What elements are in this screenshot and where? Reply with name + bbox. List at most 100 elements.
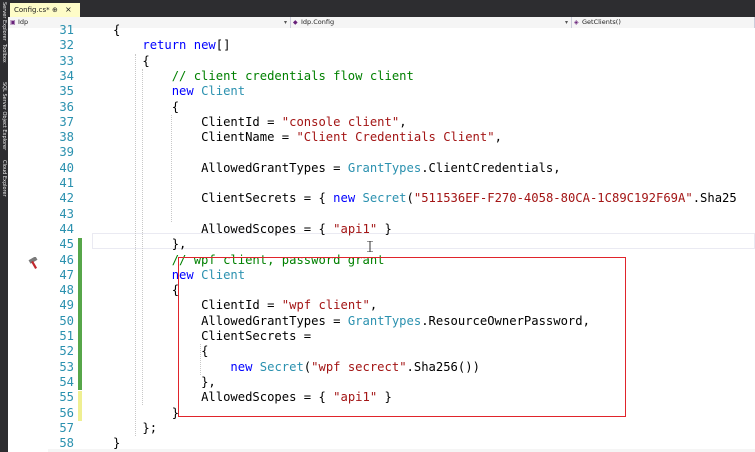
line-code: { [113, 283, 179, 298]
code-token: .Sha25 [692, 191, 737, 206]
indent-guide [134, 53, 136, 437]
line-number: 53 [59, 359, 74, 374]
line-number: 39 [59, 145, 74, 160]
code-line[interactable]: 42 ClientSecrets = { new Secret("511536E… [8, 191, 755, 206]
code-token: }; [142, 420, 158, 435]
line-code: ClientId = "console client", [113, 114, 406, 130]
line-number: 50 [59, 313, 74, 328]
side-panel-tab[interactable]: Toolbox [0, 44, 8, 63]
side-panel-tab[interactable]: Server Explorer [0, 2, 8, 41]
code-token: { [171, 99, 180, 114]
code-token: AllowedGrantTypes = [201, 160, 348, 175]
line-number: 49 [59, 298, 74, 313]
code-token: { [142, 53, 150, 68]
code-line[interactable]: 38 ClientName = "Client Credentials Clie… [8, 130, 755, 145]
line-number: 42 [59, 191, 74, 206]
code-line[interactable]: 45 }, [8, 237, 755, 252]
code-token: } [377, 221, 392, 236]
code-token: [] [215, 38, 231, 53]
code-token: } [113, 436, 121, 451]
code-token: Client [201, 84, 246, 99]
line-code: { [113, 23, 120, 38]
line-number: 45 [59, 237, 74, 252]
pin-icon[interactable]: ⊕ [52, 3, 58, 17]
line-number: 32 [59, 38, 74, 53]
code-line[interactable]: 39 [8, 145, 755, 160]
code-token: "api1" [333, 221, 378, 236]
code-line[interactable]: 35 new Client [8, 84, 755, 99]
line-number: 41 [59, 176, 74, 190]
code-editor[interactable]: 31{32 return new[] 33 {34 // client crede… [8, 23, 755, 452]
code-token: return [142, 38, 187, 53]
code-token: Secret [362, 191, 407, 206]
line-number: 35 [59, 84, 74, 99]
code-token: .ClientCredentials, [421, 160, 561, 175]
code-token: GrantTypes [347, 160, 422, 175]
code-token: "Client Credentials Client" [296, 130, 495, 145]
line-code: AllowedScopes = { "api1" } [113, 222, 392, 237]
line-number: 57 [59, 420, 74, 435]
code-token: ClientSecrets = { [201, 191, 334, 206]
code-line[interactable]: 34 // client credentials flow client [8, 69, 755, 84]
line-number: 40 [59, 160, 74, 175]
code-token: // client credentials flow client [171, 68, 414, 83]
red-annotation-box [178, 257, 626, 417]
tab-config-cs[interactable]: Config.cs* ⊕ × [10, 3, 80, 17]
code-line[interactable]: 32 return new[] [8, 38, 755, 53]
line-number: 43 [59, 206, 74, 221]
line-code: }, [113, 237, 187, 252]
side-panel-tab[interactable]: SQL Server Object Explorer [0, 82, 8, 150]
line-code: } [113, 406, 179, 421]
code-line[interactable]: 44 AllowedScopes = { "api1" } [8, 222, 755, 237]
line-code: // client credentials flow client [113, 69, 414, 84]
code-token: ( [406, 191, 414, 206]
code-line[interactable]: 57 }; [8, 421, 755, 436]
code-line[interactable]: 33 { [8, 54, 755, 69]
close-tab-icon[interactable]: × [65, 3, 72, 17]
code-line[interactable]: 43 [8, 207, 755, 222]
tab-title: Config.cs* [14, 6, 50, 14]
code-line[interactable]: 31 { [8, 23, 755, 38]
code-token: , [494, 130, 502, 145]
line-number: 51 [59, 329, 74, 343]
line-number: 33 [59, 53, 74, 68]
indent-guide [171, 114, 172, 222]
code-token: "511536EF-F270-4058-80CA-1C89C192F69A" [413, 191, 693, 206]
line-number: 31 [59, 23, 74, 37]
code-token: AllowedScopes = { [201, 221, 334, 236]
code-token: new [171, 84, 194, 99]
line-code: ClientSecrets = { new Secret("511536EF-F… [113, 191, 737, 206]
side-panel-tab[interactable]: Cloud Explorer [0, 160, 8, 197]
line-number: 37 [59, 114, 74, 129]
document-tab-bar: Config.cs* ⊕ × [8, 0, 755, 17]
left-tool-window-strip: Server Explorer Toolbox SQL Server Object … [0, 0, 8, 452]
change-marker-unsaved [78, 391, 82, 421]
line-number: 46 [59, 252, 74, 267]
code-token: }, [171, 237, 187, 252]
line-code: return new[] [113, 38, 230, 53]
code-token: new [333, 191, 356, 206]
code-token: { [113, 23, 121, 37]
line-number: 36 [59, 99, 74, 114]
code-token: "console client" [281, 114, 400, 129]
line-number: 34 [59, 68, 74, 83]
change-marker-saved [78, 238, 82, 391]
line-number: 54 [59, 374, 74, 389]
line-number: 44 [59, 221, 74, 236]
code-line[interactable]: 40 AllowedGrantTypes = GrantTypes.Client… [8, 161, 755, 176]
code-line[interactable]: 36 { [8, 100, 755, 115]
code-line[interactable]: 41 [8, 176, 755, 191]
line-code: new Client [113, 84, 245, 99]
code-line[interactable]: 37 ClientId = "console client", [8, 115, 755, 130]
